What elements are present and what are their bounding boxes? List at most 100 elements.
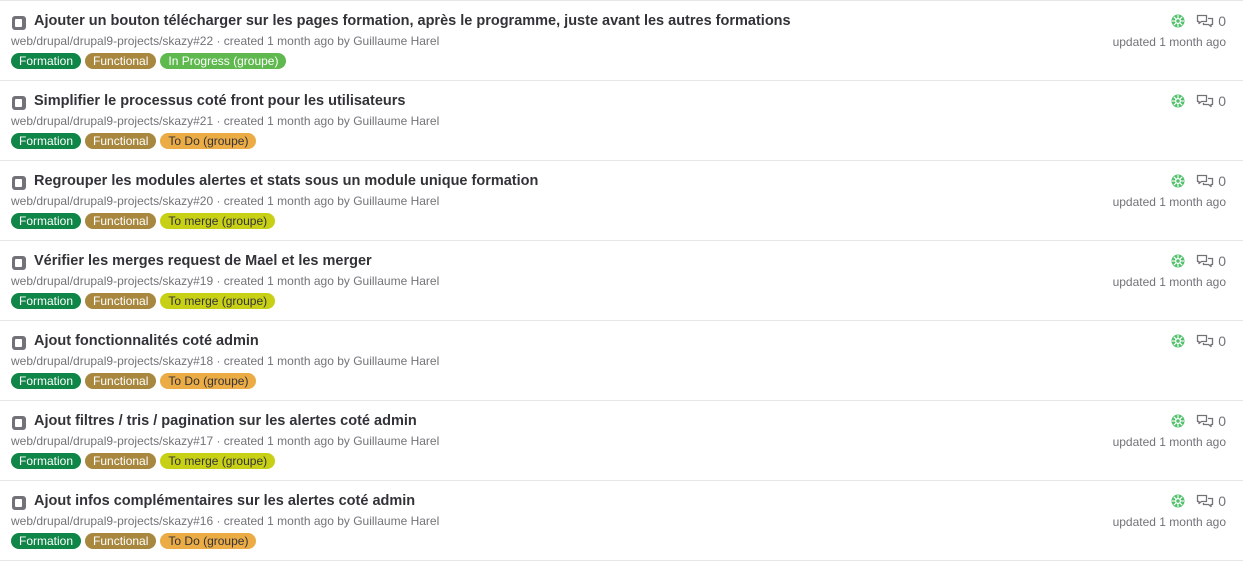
comments-link[interactable]: 0 bbox=[1196, 13, 1226, 29]
comments-link[interactable]: 0 bbox=[1196, 333, 1226, 349]
created-text: · created 1 month ago by bbox=[213, 514, 354, 528]
label-list: Formation Functional To Do (groupe) bbox=[11, 373, 257, 389]
issue-reference[interactable]: web/drupal/drupal9-projects/skazy#18 bbox=[11, 354, 213, 368]
label-functional[interactable]: Functional bbox=[85, 373, 157, 389]
author-link[interactable]: Guillaume Harel bbox=[353, 354, 439, 368]
label-functional[interactable]: Functional bbox=[85, 133, 157, 149]
issue-reference[interactable]: web/drupal/drupal9-projects/skazy#21 bbox=[11, 114, 213, 128]
label-formation[interactable]: Formation bbox=[11, 293, 82, 309]
created-text: · created 1 month ago by bbox=[213, 274, 354, 288]
issue-actions: 0 bbox=[1170, 93, 1226, 109]
label-status[interactable]: To merge (groupe) bbox=[160, 213, 276, 229]
author-link[interactable]: Guillaume Harel bbox=[353, 514, 439, 528]
issue-reference[interactable]: web/drupal/drupal9-projects/skazy#22 bbox=[11, 34, 213, 48]
comments-count: 0 bbox=[1218, 13, 1226, 29]
issue-reference[interactable]: web/drupal/drupal9-projects/skazy#17 bbox=[11, 434, 213, 448]
label-formation[interactable]: Formation bbox=[11, 373, 82, 389]
updated-text: updated 1 month ago bbox=[1112, 435, 1226, 449]
comments-icon bbox=[1197, 254, 1214, 268]
label-status[interactable]: In Progress (groupe) bbox=[160, 53, 287, 69]
label-list: Formation Functional To merge (groupe) bbox=[11, 213, 276, 229]
issue-actions: 0 bbox=[1170, 333, 1226, 349]
issue-row: Ajout infos complémentaires sur les aler… bbox=[0, 481, 1243, 561]
status-icon[interactable] bbox=[1170, 413, 1186, 429]
created-text: · created 1 month ago by bbox=[213, 434, 354, 448]
issue-type-icon bbox=[11, 335, 27, 351]
issue-meta: web/drupal/drupal9-projects/skazy#19 · c… bbox=[11, 274, 439, 288]
updated-text: updated 1 month ago bbox=[1112, 35, 1226, 49]
issue-type-icon bbox=[11, 255, 27, 271]
issue-title[interactable]: Simplifier le processus coté front pour … bbox=[34, 93, 405, 109]
issue-reference[interactable]: web/drupal/drupal9-projects/skazy#19 bbox=[11, 274, 213, 288]
issue-meta: web/drupal/drupal9-projects/skazy#21 · c… bbox=[11, 114, 439, 128]
issue-meta: web/drupal/drupal9-projects/skazy#18 · c… bbox=[11, 354, 439, 368]
status-icon[interactable] bbox=[1170, 333, 1186, 349]
label-functional[interactable]: Functional bbox=[85, 293, 157, 309]
updated-text: updated 1 month ago bbox=[1112, 195, 1226, 209]
label-list: Formation Functional To Do (groupe) bbox=[11, 133, 257, 149]
issue-actions: 0 bbox=[1170, 413, 1226, 429]
comments-link[interactable]: 0 bbox=[1196, 253, 1226, 269]
label-functional[interactable]: Functional bbox=[85, 453, 157, 469]
label-status[interactable]: To Do (groupe) bbox=[160, 133, 257, 149]
comments-link[interactable]: 0 bbox=[1196, 413, 1226, 429]
issue-row: Regrouper les modules alertes et stats s… bbox=[0, 161, 1243, 241]
comments-icon bbox=[1197, 334, 1214, 348]
comments-icon bbox=[1197, 94, 1214, 108]
label-formation[interactable]: Formation bbox=[11, 533, 82, 549]
issue-row: Vérifier les merges request de Mael et l… bbox=[0, 241, 1243, 321]
author-link[interactable]: Guillaume Harel bbox=[353, 274, 439, 288]
label-formation[interactable]: Formation bbox=[11, 133, 82, 149]
issue-type-icon bbox=[11, 95, 27, 111]
author-link[interactable]: Guillaume Harel bbox=[353, 114, 439, 128]
comments-count: 0 bbox=[1218, 333, 1226, 349]
status-icon[interactable] bbox=[1170, 93, 1186, 109]
status-icon[interactable] bbox=[1170, 173, 1186, 189]
created-text: · created 1 month ago by bbox=[213, 34, 354, 48]
label-formation[interactable]: Formation bbox=[11, 53, 82, 69]
issue-reference[interactable]: web/drupal/drupal9-projects/skazy#16 bbox=[11, 514, 213, 528]
comments-link[interactable]: 0 bbox=[1196, 493, 1226, 509]
issue-title[interactable]: Vérifier les merges request de Mael et l… bbox=[34, 253, 372, 269]
issue-reference[interactable]: web/drupal/drupal9-projects/skazy#20 bbox=[11, 194, 213, 208]
issue-meta: web/drupal/drupal9-projects/skazy#22 · c… bbox=[11, 34, 439, 48]
created-text: · created 1 month ago by bbox=[213, 114, 354, 128]
issue-type-icon bbox=[11, 15, 27, 31]
author-link[interactable]: Guillaume Harel bbox=[353, 34, 439, 48]
label-status[interactable]: To Do (groupe) bbox=[160, 373, 257, 389]
issue-title[interactable]: Ajout fonctionnalités coté admin bbox=[34, 333, 259, 349]
status-icon[interactable] bbox=[1170, 13, 1186, 29]
author-link[interactable]: Guillaume Harel bbox=[353, 434, 439, 448]
issue-actions: 0 bbox=[1170, 173, 1226, 189]
status-icon[interactable] bbox=[1170, 253, 1186, 269]
status-icon[interactable] bbox=[1170, 493, 1186, 509]
issue-actions: 0 bbox=[1170, 13, 1226, 29]
label-formation[interactable]: Formation bbox=[11, 213, 82, 229]
label-status[interactable]: To merge (groupe) bbox=[160, 293, 276, 309]
issue-title[interactable]: Ajout infos complémentaires sur les aler… bbox=[34, 493, 415, 509]
comments-link[interactable]: 0 bbox=[1196, 93, 1226, 109]
issue-title[interactable]: Ajout filtres / tris / pagination sur le… bbox=[34, 413, 417, 429]
comments-icon bbox=[1197, 414, 1214, 428]
label-functional[interactable]: Functional bbox=[85, 53, 157, 69]
created-text: · created 1 month ago by bbox=[213, 354, 354, 368]
label-functional[interactable]: Functional bbox=[85, 213, 157, 229]
issue-title[interactable]: Ajouter un bouton télécharger sur les pa… bbox=[34, 13, 791, 29]
label-functional[interactable]: Functional bbox=[85, 533, 157, 549]
issue-actions: 0 bbox=[1170, 493, 1226, 509]
issue-meta: web/drupal/drupal9-projects/skazy#20 · c… bbox=[11, 194, 439, 208]
updated-text: updated 1 month ago bbox=[1112, 275, 1226, 289]
label-status[interactable]: To Do (groupe) bbox=[160, 533, 257, 549]
created-text: · created 1 month ago by bbox=[213, 194, 354, 208]
issue-row: Ajouter un bouton télécharger sur les pa… bbox=[0, 1, 1243, 81]
label-formation[interactable]: Formation bbox=[11, 453, 82, 469]
issue-title[interactable]: Regrouper les modules alertes et stats s… bbox=[34, 173, 538, 189]
comments-count: 0 bbox=[1218, 93, 1226, 109]
comments-count: 0 bbox=[1218, 493, 1226, 509]
label-status[interactable]: To merge (groupe) bbox=[160, 453, 276, 469]
updated-text: updated 1 month ago bbox=[1112, 515, 1226, 529]
comments-count: 0 bbox=[1218, 173, 1226, 189]
issue-actions: 0 bbox=[1170, 253, 1226, 269]
comments-link[interactable]: 0 bbox=[1196, 173, 1226, 189]
author-link[interactable]: Guillaume Harel bbox=[353, 194, 439, 208]
